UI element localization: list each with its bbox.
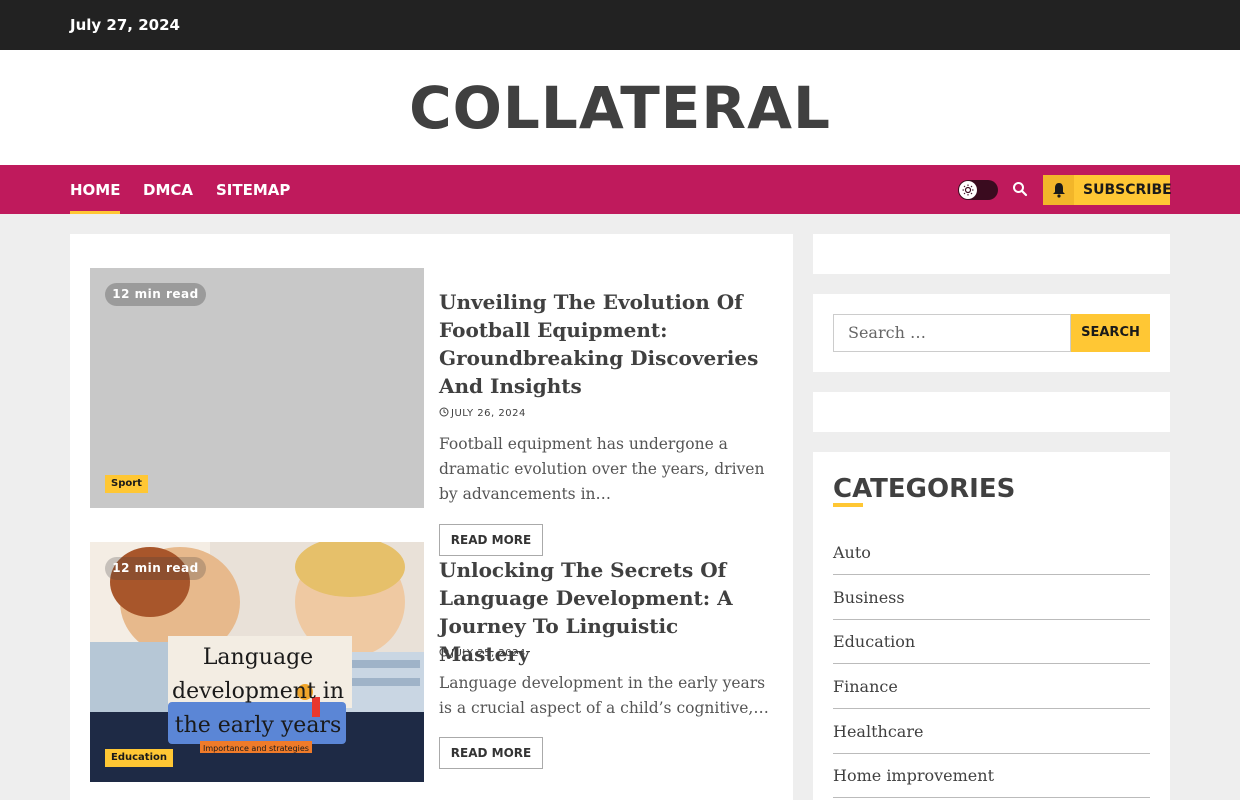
read-time-badge: 12 min read xyxy=(105,557,206,580)
post-excerpt: Football equipment has undergone a drama… xyxy=(439,435,765,503)
post-date-text: JULY 25, 2024 xyxy=(451,648,526,659)
read-more-button[interactable]: READ MORE xyxy=(439,737,543,769)
nav-item-home[interactable]: HOME xyxy=(70,181,121,214)
post-item: Language development in the early years … xyxy=(90,542,773,800)
top-bar: July 27, 2024 xyxy=(0,0,1240,50)
post-excerpt: Language development in the early years … xyxy=(439,674,769,717)
category-link-finance[interactable]: Finance xyxy=(833,664,1150,709)
heading-underline xyxy=(833,503,863,507)
image-caption-line2: development in xyxy=(172,679,344,704)
post-thumbnail[interactable]: Language development in the early years … xyxy=(90,542,424,782)
post-date: JULY 25, 2024 xyxy=(439,647,526,659)
categories-heading: CATEGORIES xyxy=(833,474,1016,504)
category-badge[interactable]: Sport xyxy=(105,475,148,493)
search-icon[interactable] xyxy=(1012,181,1030,199)
post-date: JULY 26, 2024 xyxy=(439,407,526,419)
category-link-healthcare[interactable]: Healthcare xyxy=(833,709,1150,754)
post-item: 12 min read Sport Unveiling The Evolutio… xyxy=(90,268,773,556)
image-caption-line1: Language xyxy=(203,645,313,670)
category-link-home-improvement[interactable]: Home improvement xyxy=(833,753,1150,798)
search-widget: Search … SEARCH xyxy=(813,294,1170,372)
nav-item-sitemap[interactable]: SITEMAP xyxy=(216,181,290,214)
dark-mode-toggle[interactable] xyxy=(958,180,998,200)
post-list: 12 min read Sport Unveiling The Evolutio… xyxy=(70,234,793,800)
category-badge[interactable]: Education xyxy=(105,749,173,767)
bell-icon xyxy=(1043,175,1074,205)
category-link-business[interactable]: Business xyxy=(833,575,1150,620)
image-caption-line3: the early years xyxy=(175,713,342,738)
subscribe-button[interactable]: SUBSCRIBE xyxy=(1043,175,1172,205)
subscribe-label: SUBSCRIBE xyxy=(1083,182,1172,198)
image-caption-subline: Importance and strategies xyxy=(203,744,309,753)
categories-widget: CATEGORIES Auto Business Education Finan… xyxy=(813,452,1170,800)
sidebar-widget-empty xyxy=(813,234,1170,274)
current-date: July 27, 2024 xyxy=(70,16,180,34)
main-navigation: HOME DMCA SITEMAP SUBSCRIBE xyxy=(0,165,1240,214)
category-link-education[interactable]: Education xyxy=(833,619,1150,664)
sun-icon xyxy=(959,181,977,199)
post-title[interactable]: Unveiling The Evolution Of Football Equi… xyxy=(439,288,769,400)
post-thumbnail[interactable]: 12 min read Sport xyxy=(90,268,424,508)
clock-icon xyxy=(439,647,449,657)
category-link-auto[interactable]: Auto xyxy=(833,530,1150,575)
sidebar-widget-empty xyxy=(813,392,1170,432)
masthead: COLLATERAL xyxy=(0,50,1240,165)
search-input[interactable]: Search … xyxy=(833,314,1071,352)
nav-item-dmca[interactable]: DMCA xyxy=(143,181,193,214)
post-date-text: JULY 26, 2024 xyxy=(451,408,526,419)
clock-icon xyxy=(439,407,449,417)
site-title[interactable]: COLLATERAL xyxy=(0,74,1240,142)
search-submit-button[interactable]: SEARCH xyxy=(1071,314,1150,352)
read-time-badge: 12 min read xyxy=(105,283,206,306)
